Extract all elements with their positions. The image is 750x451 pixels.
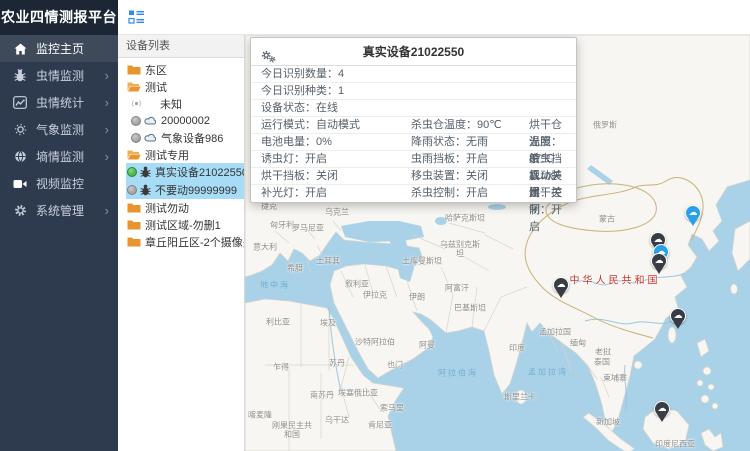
folder-open-icon (127, 149, 141, 160)
sidebar-item-home[interactable]: 监控主页 (0, 35, 118, 62)
sidebar-item-label: 系统管理 (36, 202, 84, 219)
cloud-icon: ☁ (658, 405, 667, 414)
tree-folder-quyu-wushan1[interactable]: 测试区域-勿删1 (118, 216, 244, 233)
tree-folder-ceshiwudong[interactable]: 测试勿动 (118, 199, 244, 216)
tree-device-real21022550[interactable]: 真实设备21022550 (126, 163, 244, 181)
chevron-right-icon: › (105, 96, 109, 109)
folder-icon (127, 219, 141, 230)
device-info-popup: 真实设备21022550 今日识别数量：4 今日识别种类：1 设备状态：在线 运… (250, 37, 577, 203)
gear-icon (13, 204, 27, 218)
chevron-right-icon: › (105, 123, 109, 136)
device-tree: 东区 测试 未知 20000002 (118, 58, 244, 250)
device-marker[interactable]: ☁ (685, 205, 701, 221)
antenna-icon (131, 98, 142, 109)
sidebar-item-video-monitor[interactable]: 视频监控 (0, 170, 118, 197)
tree-folder-ceshi[interactable]: 测试 (118, 78, 244, 95)
sidebar: 监控主页 虫情监测 › 虫情统计 › 气象监测 (0, 35, 118, 451)
chevron-right-icon: › (105, 69, 109, 82)
popup-detail-row: 诱虫灯：开启虫雨挡板：开启杀虫挡板：关闭 (251, 151, 576, 168)
tree-folder-zhangqiu[interactable]: 章丘阳丘区-2个摄像头 (118, 233, 244, 250)
folder-open-icon (127, 81, 141, 92)
tree-device-20000002[interactable]: 20000002 (118, 112, 244, 129)
cloud-icon: ☁ (557, 281, 566, 290)
folder-icon (127, 236, 141, 247)
tree-device-donttouch[interactable]: 不要动99999999 (126, 181, 244, 199)
popup-summary-row: 今日识别数量：4 (251, 66, 576, 83)
popup-header: 真实设备21022550 (251, 38, 576, 66)
sidebar-item-label: 虫情统计 (36, 94, 84, 111)
sun-icon (13, 123, 27, 137)
device-marker[interactable]: ☁ (553, 277, 569, 293)
cogs-icon[interactable] (261, 45, 276, 73)
cloud-icon (144, 116, 157, 125)
chart-icon (13, 96, 27, 110)
tree-folder-ceshizhuanyong[interactable]: 测试专用 (118, 146, 244, 163)
status-online-dot (127, 167, 137, 177)
popup-detail-row: 补光灯：开启杀虫控制：开启烘干控制：开启 (251, 185, 576, 202)
bug-icon (140, 184, 151, 196)
cloud-icon: ☁ (689, 209, 698, 218)
popup-summary-row: 设备状态：在线 (251, 100, 576, 117)
topbar (118, 0, 750, 35)
video-camera-icon (13, 177, 27, 191)
device-marker[interactable]: ☁ (670, 308, 686, 324)
chevron-right-icon: › (105, 204, 109, 217)
folder-icon (127, 64, 141, 75)
popup-detail-row: 电池电量：0%降雨状态：无雨光照度：1Lux (251, 134, 576, 151)
app-title: 农业四情测报平台 (0, 0, 118, 35)
folder-icon (127, 202, 141, 213)
status-offline-dot (131, 133, 141, 143)
popup-title: 真实设备21022550 (363, 45, 464, 59)
layout-list-icon[interactable] (128, 9, 145, 25)
sidebar-item-label: 虫情监测 (36, 67, 84, 84)
sidebar-item-label: 视频监控 (36, 175, 84, 192)
cloud-icon: ☁ (674, 312, 683, 321)
popup-summary-row: 今日识别种类：1 (251, 83, 576, 100)
status-offline-dot (127, 185, 137, 195)
sidebar-item-label: 气象监测 (36, 121, 84, 138)
popup-detail-row: 运行模式：自动模式杀虫仓温度：90℃烘干仓温度：87℃ (251, 117, 576, 134)
popup-detail-row: 烘干挡板：关闭移虫装置：关闭震动装置：关闭 (251, 168, 576, 185)
cloud-icon: ☁ (655, 257, 664, 266)
map-canvas[interactable]: 俄罗斯蒙古中华人民共和国捷克乌克兰匈牙利罗马尼亚意大利希腊土耳其哈萨克斯坦乌兹别… (245, 35, 750, 451)
sidebar-item-system-settings[interactable]: 系统管理 › (0, 197, 118, 224)
home-icon (13, 42, 27, 56)
sidebar-item-label: 监控主页 (36, 40, 84, 57)
cloud-icon (144, 133, 157, 142)
device-marker[interactable]: ☁ (651, 253, 667, 269)
sidebar-item-weather-monitor[interactable]: 气象监测 › (0, 116, 118, 143)
tree-device-unknown[interactable]: 未知 (118, 95, 244, 112)
sidebar-item-soil-monitor[interactable]: 墒情监测 › (0, 143, 118, 170)
sidebar-item-insect-monitor[interactable]: 虫情监测 › (0, 62, 118, 89)
sidebar-item-label: 墒情监测 (36, 148, 84, 165)
device-list-header: 设备列表 (118, 35, 244, 58)
sidebar-item-insect-stats[interactable]: 虫情统计 › (0, 89, 118, 116)
tree-folder-dongqu[interactable]: 东区 (118, 61, 244, 78)
device-list-panel: 设备列表 东区 测试 未知 (118, 35, 245, 451)
app-window: 农业四情测报平台 监控主页 (0, 0, 750, 451)
globe-icon (13, 150, 27, 164)
chevron-right-icon: › (105, 150, 109, 163)
status-offline-dot (131, 116, 141, 126)
bug-icon (13, 69, 27, 83)
tree-device-weather986[interactable]: 气象设备986 (118, 129, 244, 146)
device-marker[interactable]: ☁ (654, 401, 670, 417)
bug-icon (140, 166, 151, 178)
